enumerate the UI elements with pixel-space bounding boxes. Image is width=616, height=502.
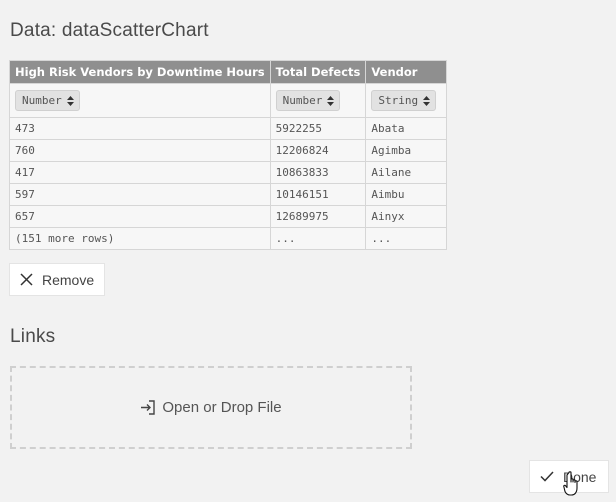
- sort-arrows-icon: [327, 95, 335, 106]
- type-cell: String: [365, 83, 448, 118]
- table-cell: Ailane: [365, 161, 448, 184]
- type-cell: Number: [269, 83, 367, 118]
- table-cell: 417: [9, 161, 271, 184]
- type-select-value: Number: [282, 94, 323, 107]
- data-table: High Risk Vendors by Downtime Hours Tota…: [9, 60, 448, 250]
- table-cell: Ainyx: [365, 205, 448, 228]
- table-cell: 10146151: [269, 183, 367, 206]
- check-icon: [540, 471, 554, 482]
- table-row: 597 10146151 Aimbu: [9, 183, 448, 206]
- type-cell: Number: [9, 83, 271, 118]
- column-header-defects: Total Defects: [269, 60, 367, 84]
- table-cell: 760: [9, 139, 271, 162]
- done-button-label: Done: [563, 468, 597, 485]
- table-cell: Agimba: [365, 139, 448, 162]
- table-row: 760 12206824 Agimba: [9, 139, 448, 162]
- column-type-row: Number Number String: [9, 83, 448, 118]
- table-cell: 473: [9, 117, 271, 140]
- table-cell: 597: [9, 183, 271, 206]
- sort-arrows-icon: [423, 95, 431, 106]
- file-drop-zone[interactable]: Open or Drop File: [10, 366, 412, 449]
- table-cell: 10863833: [269, 161, 367, 184]
- table-cell: 12206824: [269, 139, 367, 162]
- column-header-downtime: High Risk Vendors by Downtime Hours: [9, 60, 271, 84]
- done-button[interactable]: Done: [529, 460, 609, 493]
- type-select-value: String: [378, 94, 419, 107]
- type-select-value: Number: [22, 94, 62, 107]
- column-type-select-downtime[interactable]: Number: [15, 90, 80, 111]
- table-row: 417 10863833 Ailane: [9, 161, 448, 184]
- close-icon: [20, 273, 33, 286]
- table-cell: 12689975: [269, 205, 367, 228]
- table-cell: Aimbu: [365, 183, 448, 206]
- data-section-title: Data: dataScatterChart: [10, 20, 209, 41]
- links-section-title: Links: [10, 326, 56, 347]
- table-row: 473 5922255 Abata: [9, 117, 448, 140]
- sort-arrows-icon: [66, 95, 74, 106]
- table-cell: Abata: [365, 117, 448, 140]
- remove-button[interactable]: Remove: [9, 263, 105, 296]
- table-cell: 657: [9, 205, 271, 228]
- column-header-vendor: Vendor: [365, 60, 448, 84]
- ellipsis-cell: ...: [269, 227, 367, 250]
- table-header-row: High Risk Vendors by Downtime Hours Tota…: [9, 60, 448, 84]
- drop-zone-label: Open or Drop File: [162, 399, 282, 416]
- column-type-select-vendor[interactable]: String: [371, 90, 437, 111]
- table-row-more: (151 more rows) ... ...: [9, 227, 448, 250]
- column-type-select-defects[interactable]: Number: [275, 90, 341, 111]
- table-row: 657 12689975 Ainyx: [9, 205, 448, 228]
- sign-in-icon: [140, 400, 156, 415]
- table-cell: 5922255: [269, 117, 367, 140]
- remove-button-label: Remove: [42, 271, 95, 288]
- ellipsis-cell: ...: [365, 227, 448, 250]
- more-rows-cell: (151 more rows): [9, 227, 271, 250]
